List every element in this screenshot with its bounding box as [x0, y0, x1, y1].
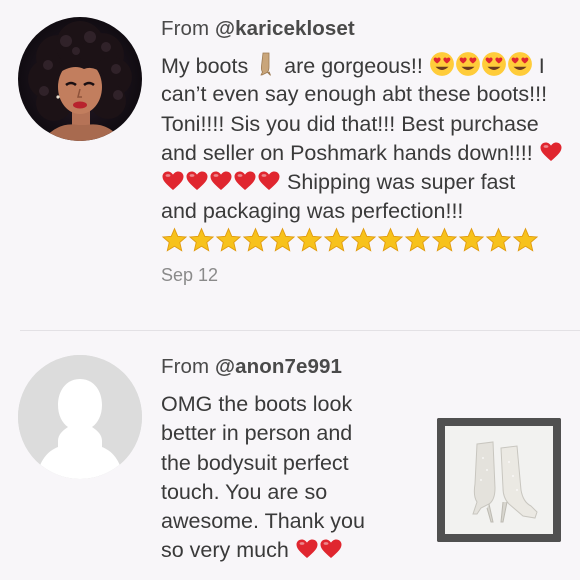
author-handle-link[interactable]: @anon7e991 — [215, 355, 342, 378]
review-text-line: better in person and — [161, 419, 421, 448]
star-emoji — [350, 227, 377, 262]
star-emoji — [512, 227, 539, 262]
review-text-fragment: Toni!!!! Sis you did that!!! Best purcha… — [161, 111, 539, 136]
review-text-line: My boots are gorgeous!! I — [161, 51, 580, 80]
review-text: OMG the boots look better in person and th… — [161, 390, 421, 566]
review-text-fragment: I — [532, 54, 545, 78]
from-label: From — [161, 355, 216, 378]
star-emoji — [269, 227, 296, 262]
avatar[interactable] — [18, 17, 142, 141]
review-text-fragment: OMG the boots look — [161, 392, 353, 416]
review-text: My boots are gorgeous!! Ican’t even say … — [161, 51, 580, 256]
review-text-fragment: and seller on Poshmark hands down!!!! — [161, 140, 539, 165]
avatar-placeholder[interactable] — [18, 355, 142, 479]
red-heart-emoji — [319, 537, 343, 569]
star-emoji — [404, 227, 431, 262]
review-text-line: and seller on Poshmark hands down!!!! — [161, 139, 580, 168]
review-text-fragment: so very much — [161, 538, 295, 563]
review-text-line: OMG the boots look — [161, 390, 421, 419]
review-text-line: Shipping was super fast — [161, 168, 580, 197]
review-text-line: and packaging was perfection!!! — [161, 197, 580, 226]
review-text-fragment: can’t even say enough abt these boots!!! — [161, 82, 548, 107]
star-emoji — [458, 227, 485, 262]
star-emoji — [215, 227, 242, 262]
default-user-icon — [18, 355, 142, 479]
review-text-line: touch. You are so — [161, 478, 421, 507]
star-emoji — [188, 227, 215, 262]
star-emoji — [431, 227, 458, 262]
star-emoji — [485, 227, 512, 262]
star-emoji — [242, 227, 269, 262]
author-handle-link[interactable]: @karicekloset — [215, 17, 355, 40]
review-text-line — [161, 227, 580, 256]
review-text-line: Toni!!!! Sis you did that!!! Best purcha… — [161, 110, 580, 139]
red-heart-emoji — [539, 140, 563, 172]
review-text-fragment: the bodysuit perfect — [161, 450, 349, 475]
boots-photo — [437, 418, 561, 542]
review-text-fragment: touch. You are so — [161, 479, 328, 504]
review-text-fragment: awesome. Thank you — [161, 509, 365, 534]
review-text-line: the bodysuit perfect — [161, 449, 421, 478]
review-text-line: awesome. Thank you — [161, 507, 421, 536]
review-text-fragment: Shipping was super fast — [281, 170, 516, 195]
review-item: From @karicekloset My boots are gorgeous… — [0, 0, 580, 330]
review-text-line: can’t even say enough abt these boots!!! — [161, 80, 580, 109]
review-text-fragment: and packaging was perfection!!! — [161, 199, 464, 224]
review-photo-thumbnail[interactable] — [437, 418, 561, 542]
review-text-fragment: better in person and — [161, 421, 353, 446]
review-text-fragment: are gorgeous!! — [278, 54, 429, 78]
red-heart-emoji — [295, 537, 319, 569]
review-text-fragment: My boots — [161, 54, 255, 78]
review-text-line: so very much — [161, 536, 421, 565]
review-date: Sep 12 — [161, 265, 219, 285]
review-author: From @karicekloset — [161, 17, 355, 41]
review-item: From @anon7e991 OMG the boots look better… — [0, 331, 580, 580]
review-author: From @anon7e991 — [161, 355, 342, 379]
avatar-illustration — [18, 17, 142, 141]
star-emoji — [323, 227, 350, 262]
star-emoji — [296, 227, 323, 262]
star-emoji — [161, 227, 188, 262]
star-emoji — [377, 227, 404, 262]
from-label: From — [161, 17, 216, 40]
